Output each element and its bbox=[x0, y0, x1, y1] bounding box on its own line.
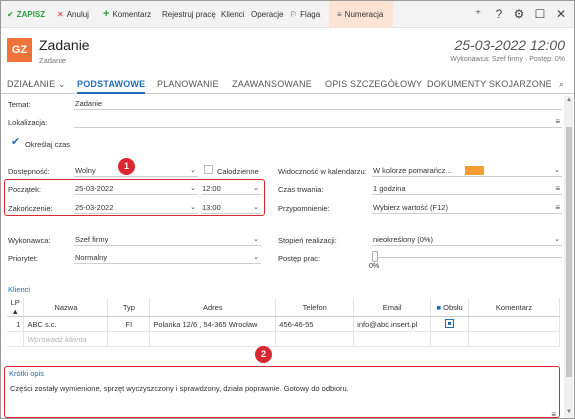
klienci-section-title: Klienci bbox=[8, 285, 31, 294]
tab-planowanie[interactable]: PLANOWANIE bbox=[157, 74, 219, 94]
flag-button[interactable]: ⚐ Flaga bbox=[290, 1, 320, 28]
przypomnienie-field[interactable]: Wybierz wartość (F12) ≡ bbox=[372, 201, 562, 214]
col-lp[interactable]: LP ▲ bbox=[7, 298, 25, 317]
chevron-down-icon: ⌄ bbox=[253, 236, 259, 243]
numbering-button[interactable]: ≡ Numeracja bbox=[329, 1, 393, 28]
chevron-down-icon: ⌄ bbox=[190, 167, 196, 174]
krotki-opis-title: Krótki opis bbox=[9, 369, 45, 378]
wykonawca-select[interactable]: Szef firmy ⌄ bbox=[74, 233, 261, 246]
calodzienne-label: Całodzienne bbox=[217, 167, 259, 176]
chevron-down-icon: ⌄ bbox=[58, 79, 66, 89]
dostepnosc-select[interactable]: Wolny ⌄ bbox=[74, 164, 198, 177]
postep-slider-handle[interactable] bbox=[372, 251, 378, 262]
stopien-label: Stopień realizacji: bbox=[278, 236, 337, 245]
header-assignee-progress: Wykonawca: Szef firmy · Postęp: 0% bbox=[450, 56, 565, 63]
krotki-opis-box[interactable]: Krótki opis Części zostały wymienione, s… bbox=[4, 366, 560, 418]
postep-value: 0% bbox=[369, 263, 380, 270]
tab-dokumenty-skojarzone[interactable]: DOKUMENTY SKOJARZONE bbox=[427, 74, 552, 94]
col-adres[interactable]: Adres bbox=[149, 298, 277, 317]
chevron-down-icon: ⌄ bbox=[554, 236, 560, 243]
col-telefon[interactable]: Telefon bbox=[275, 298, 355, 317]
okreslaj-czas-checkbox[interactable]: ✔ bbox=[11, 135, 20, 148]
close-window-icon[interactable]: ✕ bbox=[552, 1, 570, 28]
add-user-icon[interactable]: ⁺ bbox=[469, 1, 487, 28]
gear-icon[interactable]: ⚙ bbox=[510, 1, 528, 28]
help-icon[interactable]: ? bbox=[490, 1, 508, 28]
col-nazwa[interactable]: Nazwa bbox=[23, 298, 109, 317]
tab-zaawansowane[interactable]: ZAAWANSOWANE bbox=[232, 74, 312, 94]
col-obsluga[interactable]: ■ Obsłu bbox=[430, 298, 470, 317]
cancel-button[interactable]: ✕ Anuluj bbox=[57, 1, 89, 28]
marker-1: 1 bbox=[118, 158, 135, 175]
postep-label: Postęp prac: bbox=[278, 254, 321, 263]
clients-button[interactable]: Klienci bbox=[221, 1, 245, 28]
marker-2: 2 bbox=[255, 346, 272, 363]
square-icon: ■ bbox=[436, 302, 442, 312]
klienci-table: LP ▲ Nazwa Typ Adres Telefon Email ■ Obs… bbox=[7, 298, 560, 347]
czas-trwania-field[interactable]: 1 godzina ≡ bbox=[372, 182, 562, 195]
scroll-up-icon[interactable]: ▲ bbox=[566, 97, 572, 103]
scroll-down-icon[interactable]: ▼ bbox=[566, 409, 572, 415]
page-subtitle: Zadanie bbox=[39, 56, 67, 65]
operations-button[interactable]: Operacje bbox=[251, 1, 283, 28]
chevron-down-icon: ⌄ bbox=[554, 167, 560, 174]
attachment-icon[interactable]: ⌕ bbox=[559, 74, 564, 94]
lokalizacja-label: Lokalizacja: bbox=[8, 118, 48, 127]
table-row[interactable]: 1 ABC s.c. FI Polanka 12/6 , 54-365 Wroc… bbox=[7, 316, 560, 332]
check-icon: ✔ bbox=[7, 10, 14, 19]
type-badge: GZ bbox=[7, 38, 32, 62]
przypomnienie-label: Przypomnienie: bbox=[278, 204, 330, 213]
dostepnosc-label: Dostępność: bbox=[8, 167, 50, 176]
header-datetime: 25-03-2022 12:00 bbox=[454, 37, 565, 53]
lokalizacja-field[interactable]: ≡ bbox=[74, 115, 562, 128]
stopien-select[interactable]: nieokreślony (0%) ⌄ bbox=[372, 233, 562, 246]
menu-icon: ≡ bbox=[337, 10, 342, 19]
widocznosc-label: Widoczność w kalendarzu: bbox=[278, 167, 367, 176]
calodzienne-checkbox[interactable] bbox=[204, 165, 213, 174]
chevron-down-icon: ⌄ bbox=[253, 254, 259, 261]
czas-trwania-label: Czas trwania: bbox=[278, 185, 324, 194]
menu-icon[interactable]: ≡ bbox=[551, 410, 556, 418]
maximize-icon[interactable]: ☐ bbox=[531, 1, 549, 28]
close-icon: ✕ bbox=[57, 10, 64, 19]
color-swatch bbox=[465, 166, 484, 175]
postep-track bbox=[374, 257, 562, 258]
table-header-row: LP ▲ Nazwa Typ Adres Telefon Email ■ Obs… bbox=[7, 298, 560, 317]
temat-field[interactable]: Zadanie bbox=[74, 97, 562, 110]
col-typ[interactable]: Typ bbox=[107, 298, 151, 317]
window: ✔ ZAPISZ ✕ Anuluj + Komentarz Rejestruj pra… bbox=[0, 0, 575, 419]
add-comment-button[interactable]: + Komentarz bbox=[103, 1, 151, 28]
save-button[interactable]: ✔ ZAPISZ bbox=[7, 1, 45, 28]
date-range-highlight bbox=[4, 179, 265, 216]
menu-icon[interactable]: ≡ bbox=[555, 182, 560, 195]
col-email[interactable]: Email bbox=[353, 298, 432, 317]
page-title: Zadanie bbox=[39, 37, 90, 53]
register-work-button[interactable]: Rejestruj pracę bbox=[162, 1, 216, 28]
toolbar: ✔ ZAPISZ ✕ Anuluj + Komentarz Rejestruj pra… bbox=[1, 1, 574, 28]
tab-bar: DZIAŁANIE ⌄ PODSTAWOWE PLANOWANIE ZAAWAN… bbox=[1, 74, 574, 94]
tab-opis-szczegolowy[interactable]: OPIS SZCZEGÓŁOWY bbox=[325, 74, 422, 94]
menu-icon[interactable]: ≡ bbox=[555, 201, 560, 214]
scrollbar-thumb[interactable] bbox=[566, 127, 572, 377]
tab-podstawowe[interactable]: PODSTAWOWE bbox=[77, 74, 146, 94]
tab-dzialanie[interactable]: DZIAŁANIE ⌄ bbox=[7, 74, 66, 94]
flag-icon: ⚐ bbox=[290, 10, 298, 19]
obsluga-cell[interactable] bbox=[430, 316, 470, 332]
widocznosc-select[interactable]: W kolorze pomarańcz... ⌄ bbox=[372, 164, 562, 177]
wykonawca-label: Wykonawca: bbox=[8, 236, 51, 245]
col-komentarz[interactable]: Komentarz bbox=[468, 298, 560, 317]
priorytet-select[interactable]: Normalny ⌄ bbox=[74, 251, 261, 264]
obsluga-checkbox[interactable] bbox=[445, 318, 455, 328]
table-new-row[interactable]: Wprowadź klienta bbox=[7, 331, 560, 347]
menu-icon[interactable]: ≡ bbox=[555, 115, 560, 128]
okreslaj-czas-label: Określaj czas bbox=[25, 140, 71, 149]
plus-icon: + bbox=[103, 8, 110, 20]
krotki-opis-text[interactable]: Części zostały wymienione, sprzęt wyczys… bbox=[10, 384, 349, 393]
temat-label: Temat: bbox=[8, 100, 31, 109]
priorytet-label: Priorytet: bbox=[8, 254, 39, 263]
